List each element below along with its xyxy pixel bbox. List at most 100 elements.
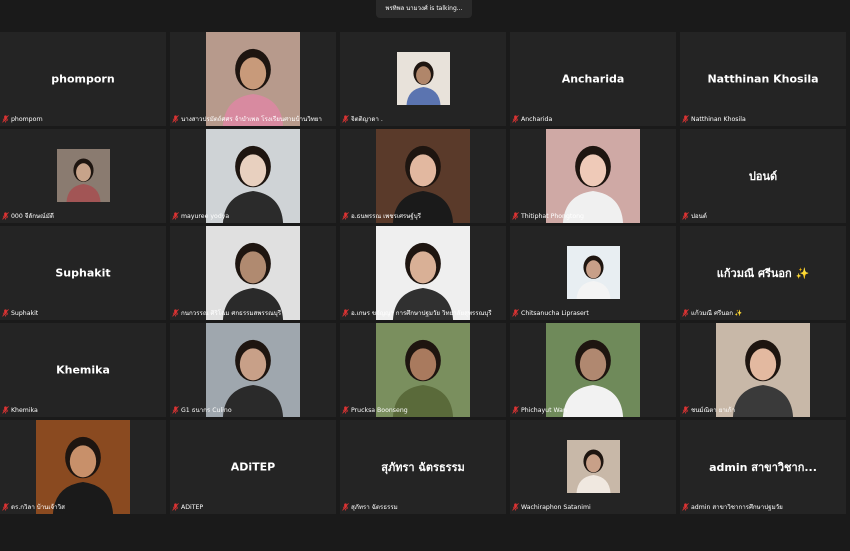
muted-mic-icon (2, 309, 9, 317)
participant-tile[interactable]: admin สาขาวิชาก... admin สาขาวิชาการศึกษา… (680, 420, 846, 514)
participant-display-name: Suphakit (55, 266, 111, 280)
participant-tile[interactable]: นางสาวปรมัตถ์ศศร จ้าบำเพล โรงเรียนศามบ้า… (170, 32, 336, 126)
muted-mic-icon (512, 212, 519, 220)
muted-mic-icon (172, 115, 179, 123)
participant-tile[interactable]: ชนม์ณิตา ยาเก้า (680, 323, 846, 417)
muted-mic-icon (342, 212, 349, 220)
participant-name-label: Prucksa Boonseng (342, 405, 408, 415)
participant-label-text: สุภัทรา ฉัตรธรรม (351, 504, 398, 511)
participant-tile[interactable]: Prucksa Boonseng (340, 323, 506, 417)
participant-tile[interactable]: phomporn phomporn (0, 32, 166, 126)
participant-label-text: นางสาวปรมัตถ์ศศร จ้าบำเพล โรงเรียนศามบ้า… (181, 116, 322, 123)
participant-tile[interactable]: Thitiphat Phongtong (510, 129, 676, 223)
participant-video (716, 323, 810, 417)
participant-tile[interactable]: ADiTEP ADiTEP (170, 420, 336, 514)
bottom-bar (0, 516, 850, 551)
participant-label-text: จิตติญาดา . (351, 116, 383, 123)
muted-mic-icon (342, 406, 349, 414)
participant-tile[interactable]: Wachiraphon Satanimi (510, 420, 676, 514)
participant-name-label: ปอนด์ (682, 211, 707, 221)
participant-display-name: phomporn (51, 72, 115, 86)
active-speaker-indicator: พรทิพล นามวงศ์ is talking... (376, 0, 472, 18)
participant-label-text: 000 จีลักษณ์มัดี (11, 213, 54, 220)
participant-label-text: อ.เกษร ขจัญญา การศึกษาปฐมวัย วิทยาลัยสุพ… (351, 310, 492, 317)
participant-label-text: แก้วมณี ศรีนอก ✨ (691, 310, 743, 317)
participant-name-label: กนกวรรณ ศิริโฉม ศกธรรมสพรรณบุรี (172, 308, 281, 318)
participant-tile[interactable]: กนกวรรณ ศิริโฉม ศกธรรมสพรรณบุรี (170, 226, 336, 320)
participant-name-label: mayuree yodya (172, 211, 229, 221)
muted-mic-icon (342, 309, 349, 317)
participant-video (36, 420, 130, 514)
participant-video (206, 226, 300, 320)
participant-video (376, 226, 470, 320)
participant-tile[interactable]: ปอนด์ ปอนด์ (680, 129, 846, 223)
participant-tile[interactable]: 000 จีลักษณ์มัดี (0, 129, 166, 223)
participant-display-name: admin สาขาวิชาก... (709, 461, 817, 474)
participant-display-name: สุภัทรา ฉัตรธรรม (381, 461, 465, 474)
muted-mic-icon (172, 309, 179, 317)
participant-label-text: Khemika (11, 406, 38, 414)
participant-video-thumbnail (57, 149, 110, 202)
muted-mic-icon (682, 406, 689, 414)
participant-tile[interactable]: Chitsanucha Liprasert (510, 226, 676, 320)
participant-label-text: Chitsanucha Liprasert (521, 309, 589, 317)
participant-name-label: แก้วมณี ศรีนอก ✨ (682, 308, 743, 318)
muted-mic-icon (682, 503, 689, 511)
muted-mic-icon (172, 503, 179, 511)
participant-tile[interactable]: จิตติญาดา . (340, 32, 506, 126)
participant-video-thumbnail (397, 52, 450, 105)
participant-tile[interactable]: แก้วมณี ศรีนอก ✨ แก้วมณี ศรีนอก ✨ (680, 226, 846, 320)
participant-name-label: Natthinan Khosila (682, 114, 746, 124)
muted-mic-icon (2, 212, 9, 220)
participant-name-label: ADiTEP (172, 502, 203, 512)
participant-tile[interactable]: Suphakit Suphakit (0, 226, 166, 320)
participant-tile[interactable]: Ancharida Ancharida (510, 32, 676, 126)
muted-mic-icon (682, 309, 689, 317)
top-bar: พรทิพล นามวงศ์ is talking... (0, 0, 850, 30)
participant-name-label: Phichayut Wan (512, 405, 567, 415)
participant-label-text: Natthinan Khosila (691, 115, 746, 123)
muted-mic-icon (172, 212, 179, 220)
participant-name-label: สุภัทรา ฉัตรธรรม (342, 502, 398, 512)
participant-video (376, 323, 470, 417)
participant-tile[interactable]: Khemika Khemika (0, 323, 166, 417)
muted-mic-icon (512, 503, 519, 511)
muted-mic-icon (172, 406, 179, 414)
participant-name-label: Khemika (2, 405, 38, 415)
participant-name-label: Thitiphat Phongtong (512, 211, 584, 221)
participant-tile[interactable]: อ.ธนพรรณ เพชรเศรษฐ์บุรี (340, 129, 506, 223)
participant-label-text: G1 ธนากร Culino (181, 407, 232, 414)
participant-label-text: ADiTEP (181, 503, 204, 511)
muted-mic-icon (682, 212, 689, 220)
participant-tile[interactable]: Phichayut Wan (510, 323, 676, 417)
participant-label-text: Wachiraphon Satanimi (521, 503, 591, 511)
participant-label-text: phomporn (11, 115, 43, 123)
muted-mic-icon (2, 115, 9, 123)
participant-name-label: Wachiraphon Satanimi (512, 502, 591, 512)
participant-tile[interactable]: Natthinan Khosila Natthinan Khosila (680, 32, 846, 126)
participant-tile[interactable]: สุภัทรา ฉัตรธรรม สุภัทรา ฉัตรธรรม (340, 420, 506, 514)
participant-video (376, 129, 470, 223)
participant-video (206, 32, 300, 126)
participant-tile[interactable]: mayuree yodya (170, 129, 336, 223)
participant-video-thumbnail (567, 440, 620, 493)
participant-label-text: ดร.กวิลา บ้านเจ้าวิส (11, 504, 65, 511)
muted-mic-icon (512, 406, 519, 414)
muted-mic-icon (342, 503, 349, 511)
muted-mic-icon (2, 503, 9, 511)
muted-mic-icon (512, 309, 519, 317)
participant-tile[interactable]: อ.เกษร ขจัญญา การศึกษาปฐมวัย วิทยาลัยสุพ… (340, 226, 506, 320)
participant-name-label: อ.ธนพรรณ เพชรเศรษฐ์บุรี (342, 211, 421, 221)
participant-label-text: ชนม์ณิตา ยาเก้า (691, 407, 736, 414)
participant-label-text: mayuree yodya (181, 212, 230, 220)
participant-label-text: admin สาขาวิชาการศึกษาปฐมวัย (691, 504, 783, 511)
participant-label-text: Ancharida (521, 115, 553, 123)
participant-tile[interactable]: ดร.กวิลา บ้านเจ้าวิส (0, 420, 166, 514)
participant-video (206, 323, 300, 417)
participant-display-name: ADiTEP (230, 460, 276, 474)
participant-display-name: Natthinan Khosila (707, 72, 819, 86)
participant-name-label: Ancharida (512, 114, 552, 124)
participant-grid: phomporn phomporn นางสาวปรมัตถ์ศศร จ้าบำเพ… (0, 32, 850, 516)
participant-tile[interactable]: G1 ธนากร Culino (170, 323, 336, 417)
participant-name-label: ดร.กวิลา บ้านเจ้าวิส (2, 502, 65, 512)
